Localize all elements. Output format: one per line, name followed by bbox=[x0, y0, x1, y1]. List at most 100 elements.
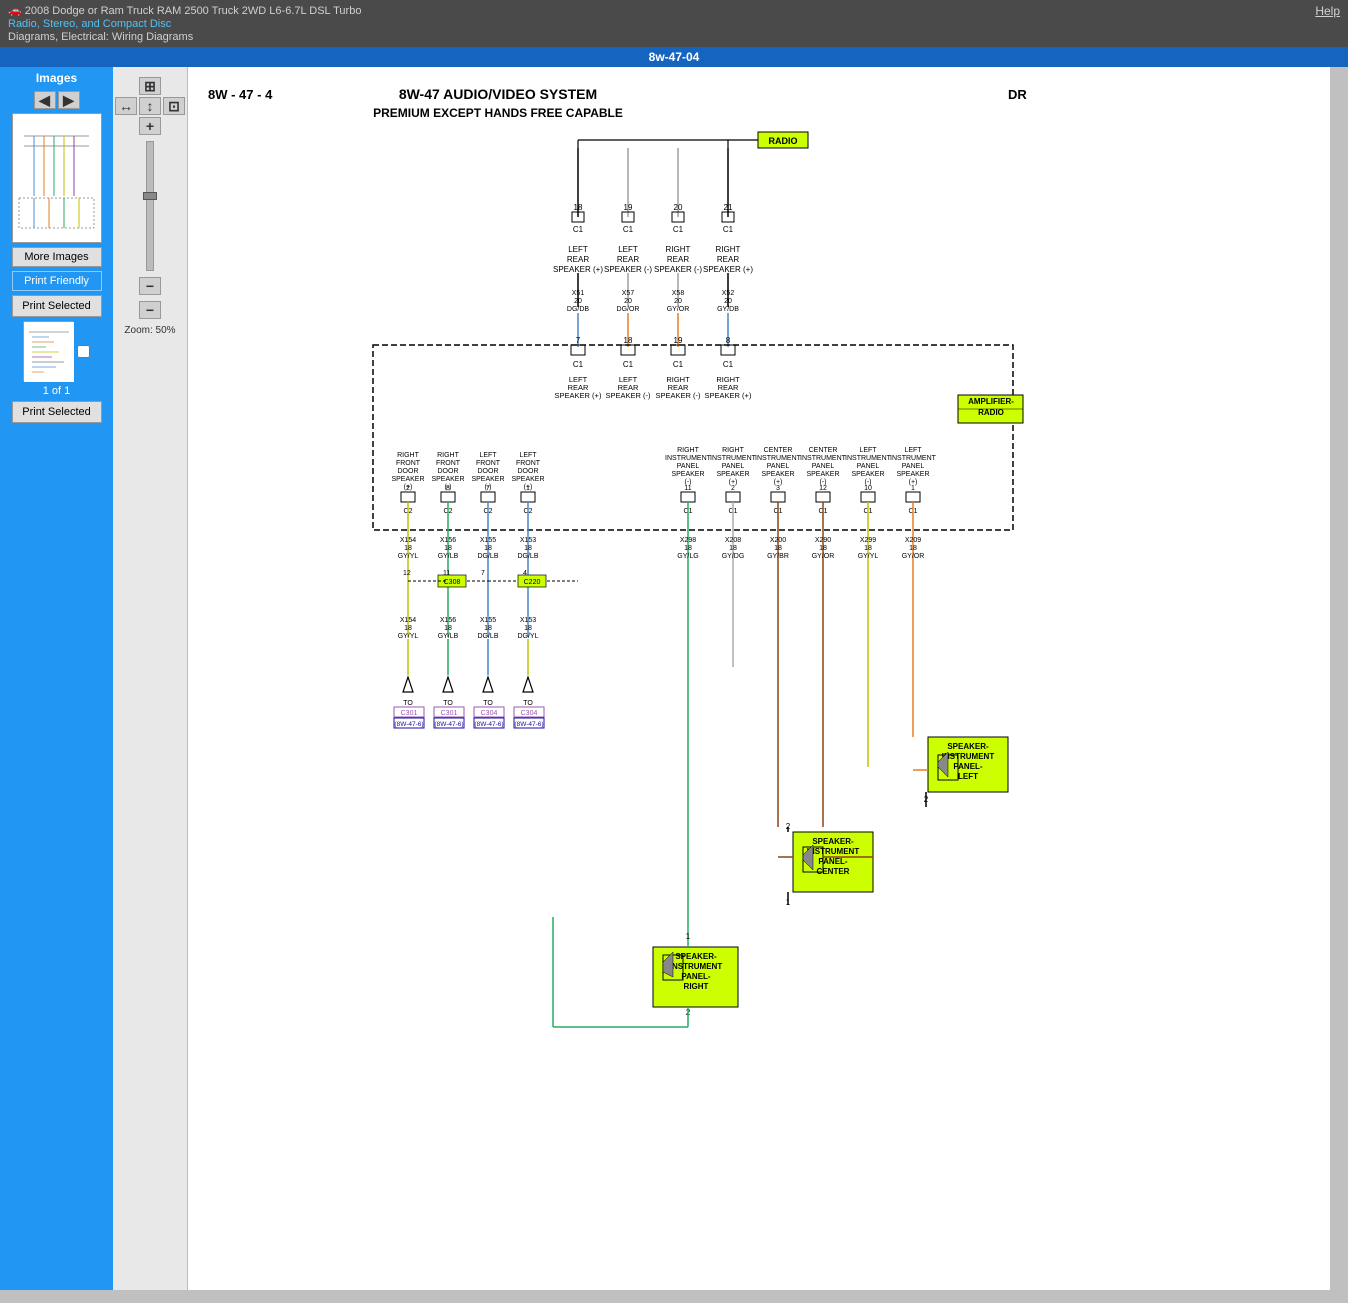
svg-text:18: 18 bbox=[864, 545, 872, 552]
svg-text:C1: C1 bbox=[723, 360, 734, 369]
svg-text:X156: X156 bbox=[440, 537, 456, 544]
svg-text:X155: X155 bbox=[480, 537, 496, 544]
svg-text:PANEL: PANEL bbox=[722, 463, 745, 470]
svg-text:RIGHT: RIGHT bbox=[722, 447, 745, 454]
svg-text:REAR: REAR bbox=[667, 255, 689, 264]
svg-text:18: 18 bbox=[524, 545, 532, 552]
diagram-area[interactable]: 8W - 47 - 4 8W-47 AUDIO/VIDEO SYSTEM PRE… bbox=[188, 67, 1330, 1290]
svg-text:2: 2 bbox=[731, 485, 735, 492]
svg-text:RIGHT: RIGHT bbox=[684, 982, 709, 991]
svg-text:RIGHT: RIGHT bbox=[716, 245, 741, 254]
svg-text:C1: C1 bbox=[673, 225, 684, 234]
zoom-fit-width-btn[interactable]: ↔ bbox=[115, 97, 137, 115]
svg-text:8: 8 bbox=[726, 336, 731, 345]
zoom-out-btn[interactable]: − bbox=[139, 277, 161, 295]
thumbnail-svg bbox=[14, 116, 99, 241]
right-scrollbar[interactable] bbox=[1330, 67, 1348, 1290]
svg-text:7: 7 bbox=[486, 485, 490, 492]
zoom-in-btn[interactable]: + bbox=[139, 117, 161, 135]
svg-text:FRONT: FRONT bbox=[396, 460, 421, 467]
svg-text:GY/LB: GY/LB bbox=[438, 553, 459, 560]
page-nav-row bbox=[23, 321, 90, 381]
zoom-slider-track[interactable] bbox=[146, 141, 154, 271]
page-thumbnail[interactable] bbox=[23, 321, 73, 381]
svg-text:X299: X299 bbox=[860, 537, 876, 544]
tab-label: 8w-47-04 bbox=[649, 50, 700, 64]
svg-text:DG/LB: DG/LB bbox=[477, 633, 498, 640]
svg-text:GY/YL: GY/YL bbox=[398, 633, 419, 640]
svg-text:DG/YL: DG/YL bbox=[517, 633, 538, 640]
svg-text:X58: X58 bbox=[672, 290, 685, 297]
svg-text:RADIO: RADIO bbox=[769, 136, 798, 146]
svg-text:GY/BR: GY/BR bbox=[767, 553, 789, 560]
svg-text:DG/OR: DG/OR bbox=[617, 306, 640, 313]
svg-text:18: 18 bbox=[729, 545, 737, 552]
svg-text:X153: X153 bbox=[520, 537, 536, 544]
svg-text:11: 11 bbox=[443, 570, 450, 577]
svg-text:GY/YL: GY/YL bbox=[858, 553, 879, 560]
svg-text:FRONT: FRONT bbox=[476, 460, 501, 467]
svg-text:X154: X154 bbox=[400, 537, 416, 544]
svg-text:FRONT: FRONT bbox=[436, 460, 461, 467]
svg-text:RIGHT: RIGHT bbox=[397, 452, 420, 459]
car-icon: 🚗 bbox=[8, 5, 22, 17]
svg-text:SPEAKER: SPEAKER bbox=[431, 476, 464, 483]
svg-text:SPEAKER (-): SPEAKER (-) bbox=[605, 391, 651, 400]
svg-text:12: 12 bbox=[403, 570, 411, 577]
svg-text:GY/LG: GY/LG bbox=[677, 553, 698, 560]
svg-text:C304: C304 bbox=[521, 710, 538, 717]
svg-text:C1: C1 bbox=[673, 360, 684, 369]
svg-text:X200: X200 bbox=[770, 537, 786, 544]
svg-text:INSTRUMENT: INSTRUMENT bbox=[800, 455, 847, 462]
svg-text:10: 10 bbox=[864, 485, 872, 492]
zoom-minus2-btn[interactable]: − bbox=[139, 301, 161, 319]
print-selected-top-button[interactable]: Print Selected bbox=[12, 295, 102, 317]
svg-text:GY/OR: GY/OR bbox=[667, 306, 690, 313]
svg-text:18: 18 bbox=[404, 545, 412, 552]
svg-text:PANEL: PANEL bbox=[677, 463, 700, 470]
svg-text:X57: X57 bbox=[622, 290, 635, 297]
svg-text:DG/LB: DG/LB bbox=[517, 553, 538, 560]
svg-text:SPEAKER: SPEAKER bbox=[716, 471, 749, 478]
svg-text:C1: C1 bbox=[623, 225, 634, 234]
zoom-fit-height-btn[interactable]: ↕ bbox=[139, 97, 161, 115]
svg-text:20: 20 bbox=[674, 298, 682, 305]
svg-text:18: 18 bbox=[774, 545, 782, 552]
svg-text:SPEAKER-: SPEAKER- bbox=[675, 952, 717, 961]
svg-text:20: 20 bbox=[724, 298, 732, 305]
nav-right-btn[interactable]: ▶ bbox=[58, 91, 80, 109]
svg-text:LEFT: LEFT bbox=[519, 452, 537, 459]
zoom-value: 50% bbox=[156, 325, 176, 336]
zoom-actual-btn[interactable]: ⊡ bbox=[163, 97, 185, 115]
svg-text:SPEAKER: SPEAKER bbox=[806, 471, 839, 478]
svg-text:7: 7 bbox=[481, 570, 485, 577]
wiring-diagram: 8W - 47 - 4 8W-47 AUDIO/VIDEO SYSTEM PRE… bbox=[188, 67, 1330, 1140]
svg-text:C1: C1 bbox=[623, 360, 634, 369]
svg-text:C1: C1 bbox=[573, 360, 584, 369]
diagram-thumbnail[interactable] bbox=[12, 113, 102, 243]
zoom-slider-thumb[interactable] bbox=[143, 192, 157, 200]
svg-text:18: 18 bbox=[484, 545, 492, 552]
help-link[interactable]: Help bbox=[1315, 4, 1340, 18]
svg-text:C220: C220 bbox=[524, 579, 541, 586]
svg-text:SPEAKER (+): SPEAKER (+) bbox=[703, 265, 753, 274]
more-images-button[interactable]: More Images bbox=[12, 247, 102, 267]
svg-text:PANEL: PANEL bbox=[812, 463, 835, 470]
vehicle-title: 2008 Dodge or Ram Truck RAM 2500 Truck 2… bbox=[25, 5, 362, 17]
svg-text:SPEAKER (+): SPEAKER (+) bbox=[553, 265, 603, 274]
svg-text:SPEAKER (-): SPEAKER (-) bbox=[654, 265, 702, 274]
svg-text:INSTRUMENT: INSTRUMENT bbox=[665, 455, 712, 462]
nav-arrows-row: ◀ ▶ bbox=[34, 91, 80, 109]
print-friendly-button[interactable]: Print Friendly bbox=[12, 271, 102, 291]
svg-text:C1: C1 bbox=[723, 225, 734, 234]
title-block: 🚗 2008 Dodge or Ram Truck RAM 2500 Truck… bbox=[8, 4, 361, 43]
svg-text:CENTER: CENTER bbox=[764, 447, 793, 454]
print-selected-bottom-button[interactable]: Print Selected bbox=[12, 401, 102, 423]
fit-page-btn[interactable]: ⊞ bbox=[139, 77, 161, 95]
nav-left-btn[interactable]: ◀ bbox=[34, 91, 56, 109]
header-title-line1: 🚗 2008 Dodge or Ram Truck RAM 2500 Truck… bbox=[8, 4, 361, 17]
page-select-checkbox[interactable] bbox=[77, 345, 90, 358]
svg-text:20: 20 bbox=[624, 298, 632, 305]
svg-text:8W-47 AUDIO/VIDEO SYSTEM: 8W-47 AUDIO/VIDEO SYSTEM bbox=[399, 86, 597, 102]
svg-text:CENTER: CENTER bbox=[809, 447, 838, 454]
